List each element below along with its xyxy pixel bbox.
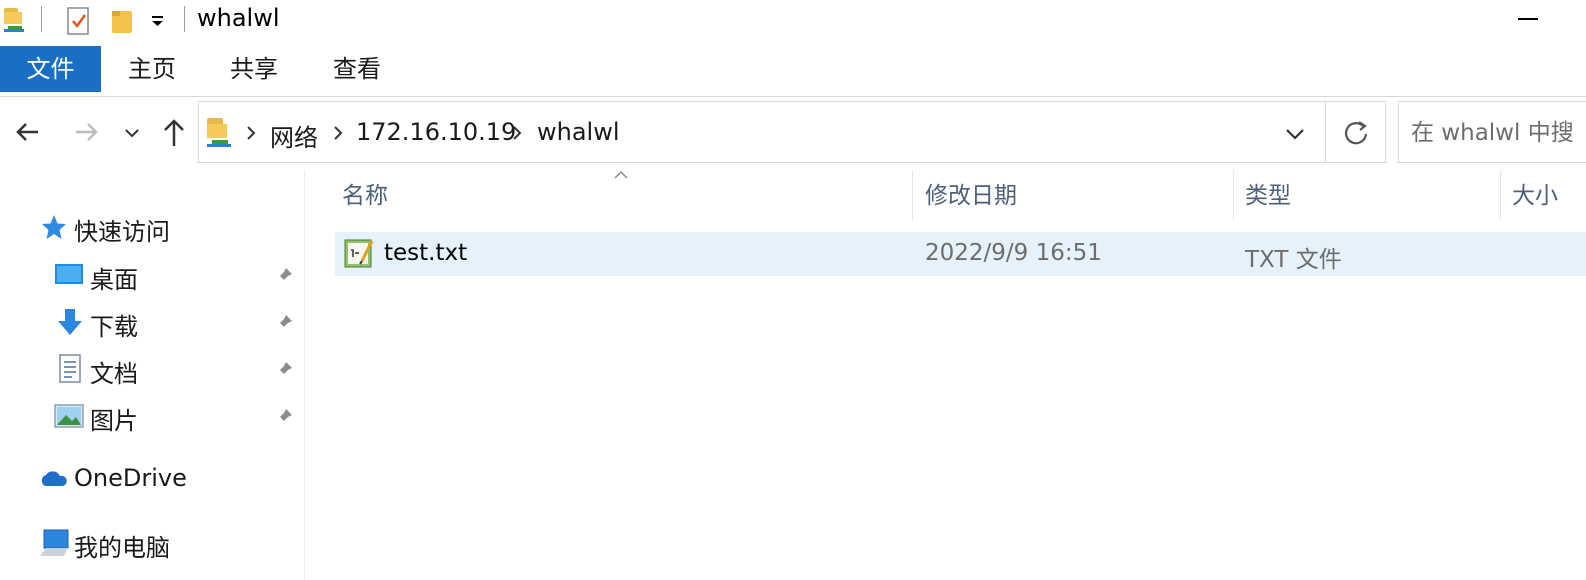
- text-file-icon: [344, 239, 374, 268]
- properties-icon[interactable]: [66, 6, 92, 36]
- column-divider[interactable]: [1500, 170, 1501, 220]
- sidebar-item-this-pc[interactable]: 我的电脑: [38, 524, 298, 564]
- column-header-type[interactable]: 类型: [1245, 176, 1291, 210]
- sidebar-item-quick-access[interactable]: 快速访问: [40, 208, 300, 248]
- pin-icon[interactable]: [274, 266, 294, 286]
- up-arrow-icon[interactable]: [156, 112, 196, 152]
- file-type: TXT 文件: [1245, 247, 1342, 273]
- breadcrumb-network[interactable]: 网络: [270, 118, 318, 153]
- sidebar-item-label: 下载: [90, 313, 138, 341]
- title-bar: whalwl: [0, 0, 1586, 40]
- refresh-icon[interactable]: [1339, 116, 1373, 150]
- documents-icon: [59, 354, 81, 383]
- recent-locations-chevron-icon[interactable]: [116, 112, 156, 152]
- window-title: whalwl: [197, 4, 280, 32]
- pictures-icon: [54, 404, 84, 428]
- sidebar-item-downloads[interactable]: 下载: [54, 303, 304, 343]
- sidebar-item-label: 桌面: [90, 266, 138, 294]
- breadcrumb-chevron-icon[interactable]: [243, 122, 259, 144]
- sidebar-item-label: 图片: [90, 407, 138, 435]
- breadcrumb-chevron-icon[interactable]: [509, 122, 525, 144]
- forward-arrow-icon[interactable]: [66, 112, 106, 152]
- file-row[interactable]: test.txt 2022/9/9 16:51 TXT 文件: [335, 232, 1586, 276]
- separator: [41, 6, 42, 32]
- search-box[interactable]: [1398, 101, 1586, 163]
- sidebar-item-label: 我的电脑: [74, 534, 170, 562]
- address-dropdown-chevron-icon[interactable]: [1279, 118, 1311, 150]
- pin-icon[interactable]: [274, 313, 294, 333]
- new-folder-icon[interactable]: [110, 8, 134, 34]
- sidebar-item-onedrive[interactable]: OneDrive: [38, 460, 298, 500]
- divider: [1325, 102, 1326, 162]
- sort-ascending-icon: [614, 170, 628, 179]
- sidebar-item-documents[interactable]: 文档: [54, 350, 304, 390]
- customize-toolbar-icon[interactable]: [150, 14, 166, 28]
- network-folder-icon: [207, 118, 231, 147]
- ribbon-tabs: 文件 主页 共享 查看: [0, 46, 1586, 97]
- star-icon: [42, 215, 66, 239]
- column-header-name[interactable]: 名称: [342, 176, 388, 210]
- network-folder-icon: [4, 8, 24, 32]
- pin-icon[interactable]: [274, 407, 294, 427]
- navigation-pane: 快速访问 桌面 下载 文档 图片 OneDrive 我的电脑: [0, 170, 305, 580]
- tab-home[interactable]: 主页: [113, 46, 191, 92]
- sidebar-item-label: 快速访问: [74, 218, 170, 246]
- back-arrow-icon[interactable]: [10, 112, 50, 152]
- address-bar[interactable]: 网络 172.16.10.19 whalwl: [198, 101, 1386, 163]
- minimize-button[interactable]: [1516, 4, 1542, 32]
- file-name[interactable]: test.txt: [384, 240, 467, 266]
- file-modified: 2022/9/9 16:51: [925, 240, 1102, 266]
- breadcrumb-ip[interactable]: 172.16.10.19: [356, 118, 516, 146]
- tab-share[interactable]: 共享: [215, 46, 293, 92]
- sidebar-item-pictures[interactable]: 图片: [54, 397, 304, 437]
- search-input[interactable]: [1411, 116, 1586, 150]
- column-header-modified[interactable]: 修改日期: [925, 176, 1017, 210]
- breadcrumb-folder[interactable]: whalwl: [537, 118, 620, 146]
- download-icon: [58, 309, 82, 335]
- tab-file[interactable]: 文件: [0, 46, 101, 92]
- column-header-size[interactable]: 大小: [1512, 176, 1558, 210]
- separator: [184, 6, 185, 32]
- computer-icon: [40, 529, 69, 556]
- cloud-icon: [41, 471, 67, 486]
- column-divider[interactable]: [1233, 170, 1234, 220]
- desktop-icon: [55, 264, 83, 284]
- breadcrumb-chevron-icon[interactable]: [330, 122, 346, 144]
- sidebar-item-label: 文档: [90, 360, 138, 388]
- pin-icon[interactable]: [274, 360, 294, 380]
- sidebar-item-label: OneDrive: [74, 464, 187, 492]
- sidebar-item-desktop[interactable]: 桌面: [54, 256, 304, 296]
- tab-view[interactable]: 查看: [318, 46, 396, 92]
- column-divider[interactable]: [912, 170, 913, 220]
